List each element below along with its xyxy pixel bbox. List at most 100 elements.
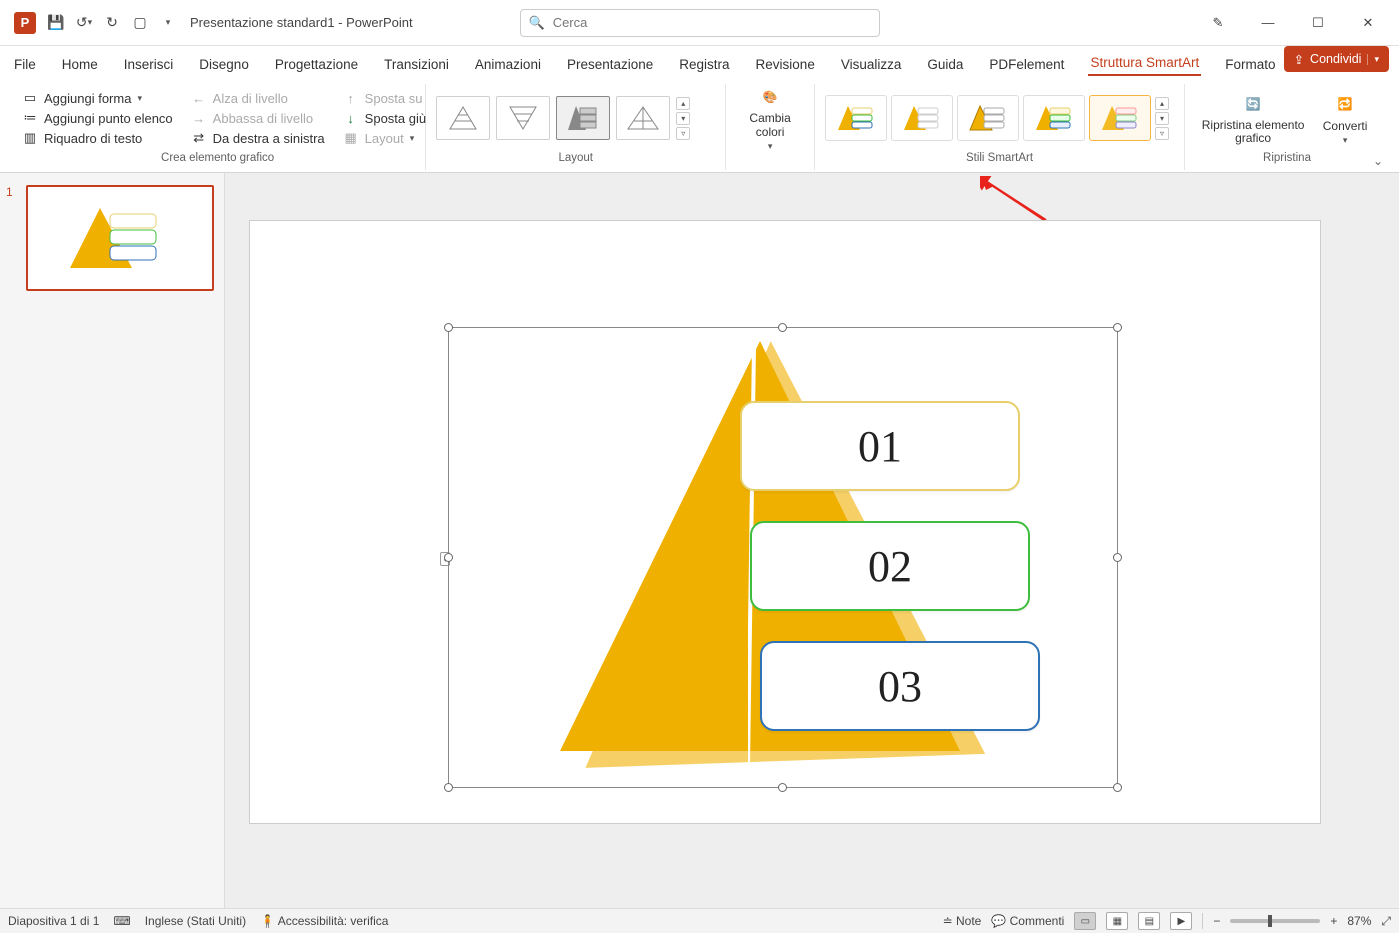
notes-button[interactable]: ≐ Note [943, 914, 982, 928]
promote-button: ← Alza di livello [189, 89, 327, 107]
document-title: Presentazione standard1 - PowerPoint [190, 15, 413, 30]
add-bullet-button[interactable]: ≔ Aggiungi punto elenco [20, 109, 175, 127]
zoom-in-button[interactable]: + [1330, 914, 1337, 928]
style-scroll-up[interactable]: ▴ [1155, 97, 1169, 110]
style-thumb-5-selected[interactable] [1089, 95, 1151, 141]
layout-scroll-up[interactable]: ▴ [676, 97, 690, 110]
chevron-down-icon: ▾ [1343, 135, 1348, 146]
reset-graphic-button[interactable]: 🔄 Ripristina elemento grafico [1195, 91, 1311, 145]
tab-insert[interactable]: Inserisci [122, 53, 176, 76]
text-pane-label: Riquadro di testo [44, 131, 142, 146]
titlebar: P 💾 ↺▾ ↻ ▢ ▾ Presentazione standard1 - P… [0, 0, 1399, 46]
layout-thumb-3-selected[interactable] [556, 96, 610, 140]
sel-handle-w[interactable] [444, 553, 453, 562]
slide-canvas[interactable]: ‹ 01 02 03 [250, 221, 1320, 823]
style-thumb-3[interactable] [957, 95, 1019, 141]
redo-button[interactable]: ↻ [100, 11, 124, 35]
slide-thumbnail-1[interactable] [26, 185, 214, 291]
tab-transitions[interactable]: Transizioni [382, 53, 451, 76]
tab-file[interactable]: File [12, 53, 38, 76]
share-icon: ⇪ [1294, 52, 1304, 67]
status-accessibility[interactable]: 🧍 Accessibilità: verifica [260, 914, 388, 928]
touch-mode-icon[interactable]: ✎ [1205, 10, 1231, 36]
tab-home[interactable]: Home [60, 53, 100, 76]
minimize-button[interactable]: ― [1255, 10, 1281, 36]
sel-handle-n[interactable] [778, 323, 787, 332]
smartart-item-1[interactable]: 01 [740, 401, 1020, 491]
layout-label: Layout [365, 131, 404, 146]
canvas-area[interactable]: ‹ 01 02 03 [225, 173, 1399, 908]
chevron-down-icon: ▾ [410, 133, 415, 144]
zoom-out-button[interactable]: − [1213, 914, 1220, 928]
collapse-ribbon-button[interactable]: ⌄ [1373, 154, 1383, 168]
qa-overflow[interactable]: ▾ [156, 11, 180, 35]
layout-thumb-1[interactable] [436, 96, 490, 140]
status-spell-icon[interactable]: ⌨ [113, 914, 130, 928]
sel-handle-ne[interactable] [1113, 323, 1122, 332]
tab-record[interactable]: Registra [677, 53, 731, 76]
rtl-label: Da destra a sinistra [213, 131, 325, 146]
change-colors-button[interactable]: 🎨 Cambia colori ▾ [736, 84, 804, 151]
move-down-button[interactable]: ↓ Sposta giù [341, 109, 428, 127]
slide-panel[interactable]: 1 [0, 173, 225, 908]
tab-pdfelement[interactable]: PDFelement [987, 53, 1066, 76]
fit-to-window-button[interactable]: ⤢ [1381, 914, 1391, 929]
move-down-label: Sposta giù [365, 111, 426, 126]
style-thumb-1[interactable] [825, 95, 887, 141]
layout-scroll-down[interactable]: ▾ [676, 112, 690, 125]
style-thumb-2[interactable] [891, 95, 953, 141]
smartart-item-2[interactable]: 02 [750, 521, 1030, 611]
comments-button[interactable]: 💬 Commenti [991, 914, 1064, 928]
demote-label: Abbassa di livello [213, 111, 313, 126]
tab-help[interactable]: Guida [925, 53, 965, 76]
tab-draw[interactable]: Disegno [197, 53, 251, 76]
smartart-item-3[interactable]: 03 [760, 641, 1040, 731]
group-label: Stili SmartArt [825, 152, 1174, 170]
slideshow-button[interactable]: ▢ [128, 11, 152, 35]
view-slideshow[interactable]: ▶ [1170, 912, 1192, 930]
text-pane-button[interactable]: ▥ Riquadro di testo [20, 129, 175, 147]
tab-review[interactable]: Revisione [754, 53, 817, 76]
tab-design[interactable]: Progettazione [273, 53, 360, 76]
tab-view[interactable]: Visualizza [839, 53, 904, 76]
comments-label: Commenti [1010, 914, 1065, 928]
undo-button[interactable]: ↺▾ [72, 11, 96, 35]
status-bar: Diapositiva 1 di 1 ⌨ Inglese (Stati Unit… [0, 908, 1399, 933]
convert-button[interactable]: 🔁 Converti ▾ [1311, 91, 1379, 146]
zoom-thumb[interactable] [1268, 915, 1272, 927]
style-scroll-down[interactable]: ▾ [1155, 112, 1169, 125]
search-placeholder: Cerca [553, 15, 588, 30]
style-thumb-4[interactable] [1023, 95, 1085, 141]
sel-handle-se[interactable] [1113, 783, 1122, 792]
tab-format[interactable]: Formato [1223, 53, 1277, 76]
layout-thumb-2[interactable] [496, 96, 550, 140]
tab-smartart-design[interactable]: Struttura SmartArt [1088, 51, 1201, 76]
view-normal[interactable]: ▭ [1074, 912, 1096, 930]
search-input[interactable]: 🔍 Cerca [520, 9, 880, 37]
sel-handle-e[interactable] [1113, 553, 1122, 562]
view-reading[interactable]: ▤ [1138, 912, 1160, 930]
zoom-percent[interactable]: 87% [1347, 914, 1371, 928]
maximize-button[interactable]: ☐ [1305, 10, 1331, 36]
zoom-slider[interactable] [1230, 919, 1320, 923]
sel-handle-sw[interactable] [444, 783, 453, 792]
smartart-graphic[interactable]: 01 02 03 [480, 341, 1090, 771]
promote-label: Alza di livello [213, 91, 288, 106]
reset-label: Ripristina elemento grafico [1195, 119, 1311, 145]
sel-handle-s[interactable] [778, 783, 787, 792]
status-language[interactable]: Inglese (Stati Uniti) [145, 914, 246, 928]
sel-handle-nw[interactable] [444, 323, 453, 332]
tab-animations[interactable]: Animazioni [473, 53, 543, 76]
layout-thumb-4[interactable] [616, 96, 670, 140]
share-button[interactable]: ⇪ Condividi ▾ [1284, 46, 1389, 72]
rtl-button[interactable]: ⇄ Da destra a sinistra [189, 129, 327, 147]
close-button[interactable]: ✕ [1355, 10, 1381, 36]
layout-dropdown: ▦ Layout ▾ [341, 129, 428, 147]
view-sorter[interactable]: ▦ [1106, 912, 1128, 930]
add-shape-button[interactable]: ▭ Aggiungi forma ▾ [20, 89, 175, 107]
tab-slideshow[interactable]: Presentazione [565, 53, 655, 76]
layout-gallery-expand[interactable]: ▿ [676, 127, 690, 140]
move-up-label: Sposta su [365, 91, 423, 106]
save-button[interactable]: 💾 [44, 11, 68, 35]
style-gallery-expand[interactable]: ▿ [1155, 127, 1169, 140]
